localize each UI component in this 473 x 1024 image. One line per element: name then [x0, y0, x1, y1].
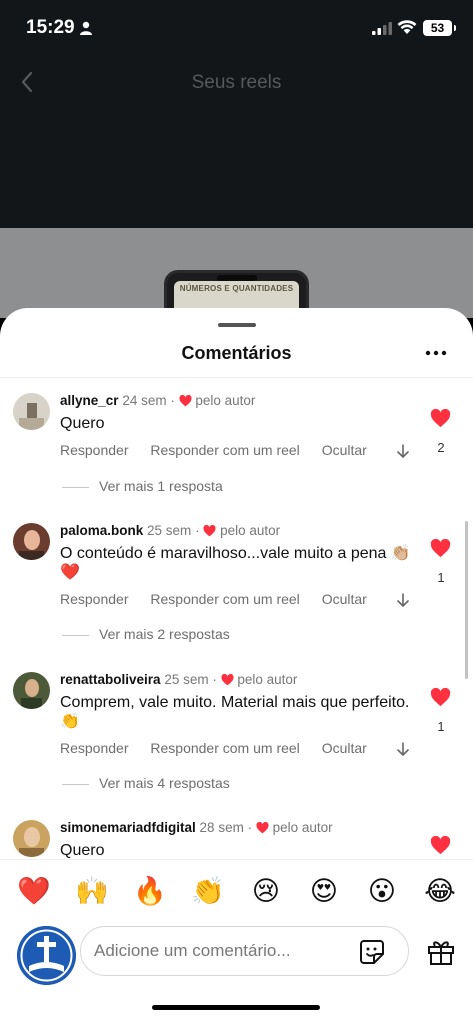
status-bar: 15:29 53	[0, 0, 473, 56]
comment-actions: Responder Responder com um reel Ocultar	[60, 740, 385, 756]
wifi-icon	[397, 20, 417, 34]
gift-icon[interactable]	[427, 939, 455, 965]
hide-button[interactable]: Ocultar	[322, 591, 367, 607]
hide-button[interactable]: Ocultar	[322, 442, 367, 458]
author-liked-label: pelo autor	[220, 523, 281, 538]
heart-icon[interactable]	[430, 836, 451, 855]
heart-icon	[179, 395, 192, 407]
signal-icon	[372, 22, 392, 35]
reply-with-reel-button[interactable]: Responder com um reel	[150, 442, 299, 458]
home-indicator	[152, 1005, 320, 1010]
reply-button[interactable]: Responder	[60, 442, 129, 458]
comment-age: 25 sem	[147, 523, 192, 538]
reply-button[interactable]: Responder	[60, 740, 129, 756]
emoji-crying-button[interactable]: 😢	[248, 874, 284, 910]
emoji-heart-eyes-button[interactable]: 😍	[306, 874, 342, 910]
comment-meta: renattaboliveira 25 sem · pelo autor	[60, 672, 298, 687]
comment-text: Quero	[60, 842, 105, 859]
battery-indicator: 53	[423, 20, 456, 36]
hide-button[interactable]: Ocultar	[322, 740, 367, 756]
scrollbar[interactable]	[465, 521, 468, 679]
emoji-raised-hands-button[interactable]: 🙌	[74, 874, 110, 910]
avatar[interactable]	[13, 393, 50, 430]
my-avatar[interactable]	[17, 926, 76, 985]
comment-input-placeholder: Adicione um comentário...	[94, 941, 291, 960]
reply-with-reel-button[interactable]: Responder com um reel	[150, 591, 299, 607]
comment-meta: paloma.bonk 25 sem · pelo autor	[60, 523, 281, 538]
comments-sheet: Comentários allyne_cr 24 sem · pelo auto…	[0, 308, 473, 1024]
comment-text: Comprem, vale muito. Material mais que p…	[60, 694, 410, 730]
sheet-grabber[interactable]	[218, 323, 256, 327]
more-icon[interactable]	[425, 348, 447, 358]
view-replies-button[interactable]: Ver mais 2 respostas	[62, 626, 230, 642]
comment-actions: Responder Responder com um reel Ocultar	[60, 442, 385, 458]
comment-username[interactable]: renattaboliveira	[60, 672, 161, 687]
heart-icon	[256, 822, 269, 834]
heart-icon	[203, 525, 216, 537]
arrow-down-icon[interactable]	[397, 444, 409, 458]
person-icon	[80, 21, 92, 35]
like-count: 1	[437, 570, 445, 585]
heart-icon[interactable]	[430, 688, 451, 707]
sticker-icon[interactable]	[359, 939, 385, 965]
emoji-clap-button[interactable]: 👏	[190, 874, 226, 910]
view-replies-button[interactable]: Ver mais 1 resposta	[62, 478, 223, 494]
comment-username[interactable]: simonemariadfdigital	[60, 820, 196, 835]
status-time: 15:29	[26, 17, 75, 38]
heart-icon[interactable]	[430, 409, 451, 428]
author-liked-label: pelo autor	[195, 393, 256, 408]
arrow-down-icon[interactable]	[397, 742, 409, 756]
avatar[interactable]	[13, 523, 50, 560]
emoji-quick-bar: ❤️ 🙌 🔥 👏 😢 😍 😮 😂	[0, 859, 473, 923]
comment-age: 25 sem	[164, 672, 209, 687]
avatar[interactable]	[13, 672, 50, 709]
reel-preview: NÚMEROS E QUANTIDADES	[0, 228, 473, 318]
avatar[interactable]	[13, 820, 50, 857]
comment-input[interactable]: Adicione um comentário...	[80, 926, 409, 976]
comment-meta: simonemariadfdigital 28 sem · pelo autor	[60, 820, 333, 835]
arrow-down-icon[interactable]	[397, 593, 409, 607]
sheet-title: Comentários	[181, 343, 292, 363]
comment-username[interactable]: allyne_cr	[60, 393, 119, 408]
like-count: 1	[437, 719, 445, 734]
comment-age: 28 sem	[199, 820, 244, 835]
comment-actions: Responder Responder com um reel Ocultar	[60, 591, 385, 607]
comment-meta: allyne_cr 24 sem · pelo autor	[60, 393, 256, 408]
comment-composer: Adicione um comentário...	[0, 920, 473, 1010]
like-count: 2	[437, 440, 445, 455]
emoji-surprised-button[interactable]: 😮	[364, 874, 400, 910]
page-title: Seus reels	[191, 72, 282, 93]
comment-username[interactable]: paloma.bonk	[60, 523, 143, 538]
divider	[0, 377, 473, 378]
emoji-fire-button[interactable]: 🔥	[132, 874, 168, 910]
author-liked-label: pelo autor	[237, 672, 298, 687]
reply-button[interactable]: Responder	[60, 591, 129, 607]
emoji-heart-button[interactable]: ❤️	[16, 874, 52, 910]
preview-screen-text: NÚMEROS E QUANTIDADES	[179, 284, 294, 293]
emoji-laughing-button[interactable]: 😂	[422, 874, 458, 910]
heart-icon	[221, 674, 234, 686]
comment-text: O conteúdo é maravilhoso...vale muito a …	[60, 545, 411, 581]
comment-age: 24 sem	[122, 393, 167, 408]
heart-icon[interactable]	[430, 539, 451, 558]
reply-with-reel-button[interactable]: Responder com um reel	[150, 740, 299, 756]
author-liked-label: pelo autor	[272, 820, 333, 835]
comment-text: Quero	[60, 415, 105, 432]
view-replies-button[interactable]: Ver mais 4 respostas	[62, 775, 230, 791]
